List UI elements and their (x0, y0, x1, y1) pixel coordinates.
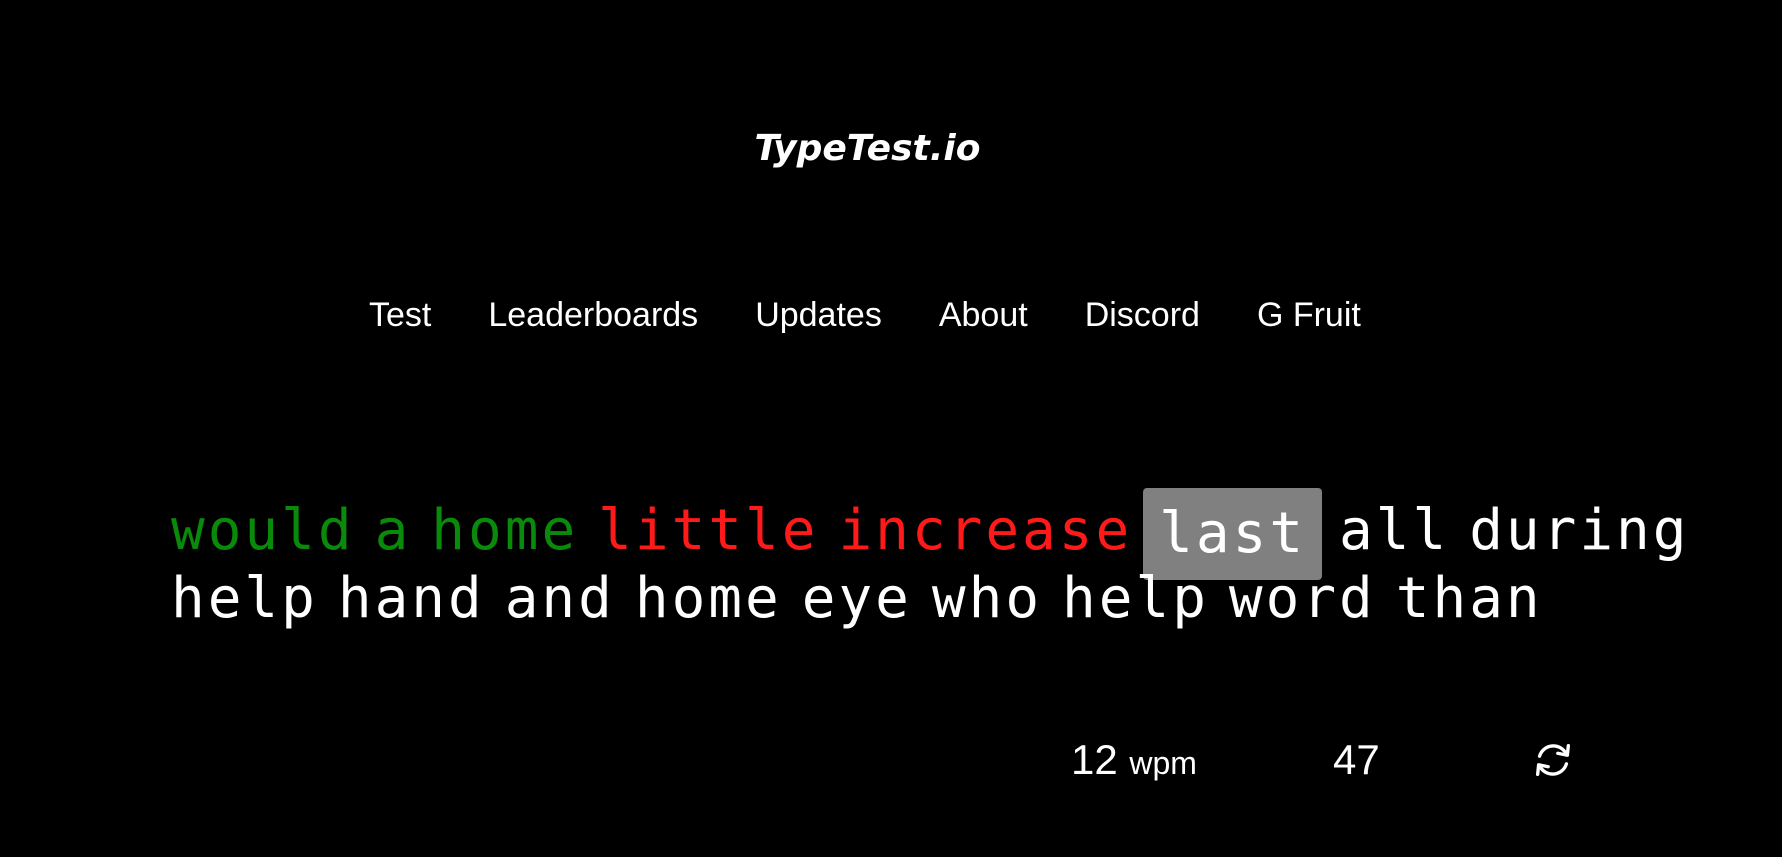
word: all (1339, 498, 1450, 564)
restart-icon[interactable] (1530, 737, 1576, 783)
nav-item-discord[interactable]: Discord (1085, 296, 1200, 335)
wpm-value: 12 (1071, 736, 1118, 783)
nav-item-g-fruit[interactable]: G Fruit (1257, 296, 1361, 335)
word: than (1395, 566, 1543, 631)
stats-bar: 12 wpm 47 (0, 732, 1782, 788)
site-logo[interactable]: TypeTest.io (0, 124, 1735, 174)
word: a (374, 498, 412, 564)
word-line: would a home little increase last all during (168, 488, 1686, 580)
word: hand (337, 566, 485, 631)
restart-icon-svg (1535, 743, 1571, 777)
nav-item-test[interactable]: Test (369, 296, 431, 335)
wpm-unit: wpm (1129, 745, 1197, 781)
word-line: help hand and home eye who help word than (168, 562, 1588, 636)
word: home (634, 566, 782, 631)
nav-item-leaderboards[interactable]: Leaderboards (488, 296, 698, 335)
word: during (1469, 498, 1690, 564)
word: who (931, 566, 1043, 631)
word: little (598, 498, 819, 564)
word: help (171, 566, 318, 631)
word: word (1228, 566, 1376, 631)
nav-item-updates[interactable]: Updates (755, 296, 882, 335)
main-nav: Test Leaderboards Updates About Discord … (369, 293, 1361, 337)
wpm-display: 12 wpm (1071, 732, 1197, 791)
nav-item-about[interactable]: About (939, 296, 1028, 335)
word: help (1062, 566, 1209, 631)
timer-display: 47 (1333, 736, 1380, 783)
word: home (431, 498, 579, 564)
word: eye (801, 566, 912, 631)
word: increase (838, 498, 1133, 564)
word: would (171, 498, 355, 564)
word: and (504, 566, 615, 631)
typing-words-area[interactable]: would a home little increase last all during hel… (168, 488, 1686, 636)
